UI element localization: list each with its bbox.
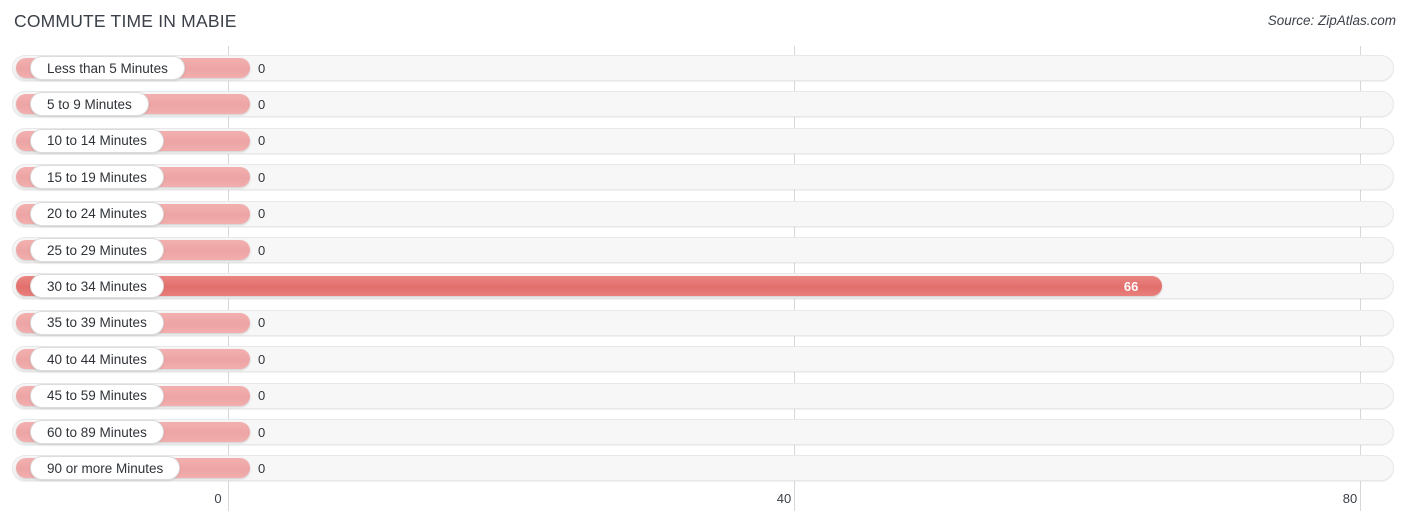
bar-category-label: Less than 5 Minutes xyxy=(30,56,185,80)
bar-row[interactable]: Less than 5 Minutes 0 xyxy=(12,55,1394,81)
bar-value-label: 0 xyxy=(258,206,266,222)
bar-row[interactable]: 40 to 44 Minutes 0 xyxy=(12,346,1394,373)
x-axis: 0 40 80 xyxy=(0,489,1406,523)
bar-category-label: 45 to 59 Minutes xyxy=(30,383,164,408)
bar-category-label: 5 to 9 Minutes xyxy=(30,92,149,117)
bar-value-label: 0 xyxy=(258,60,266,76)
bar-value-label: 66 xyxy=(1123,278,1139,294)
bar-row[interactable]: 15 to 19 Minutes 0 xyxy=(12,164,1394,191)
bar-value-label: 0 xyxy=(258,133,266,149)
chart-plot-area: Less than 5 Minutes 0 5 to 9 Minutes 0 10 to… xyxy=(0,46,1406,489)
bar-value-label: 0 xyxy=(258,242,266,258)
bar-category-label: 15 to 19 Minutes xyxy=(30,165,164,190)
bar-category-label: 40 to 44 Minutes xyxy=(30,347,164,372)
bar-value-label: 0 xyxy=(258,315,266,331)
source-attribution: Source: ZipAtlas.com xyxy=(1267,13,1396,28)
axis-tick-label: 80 xyxy=(1342,491,1358,506)
bar-value-label: 0 xyxy=(258,388,266,404)
bar-row[interactable]: 60 to 89 Minutes 0 xyxy=(12,419,1394,445)
chart-header: COMMUTE TIME IN MABIE Source: ZipAtlas.c… xyxy=(0,0,1406,46)
bar-category-label: 90 or more Minutes xyxy=(30,456,181,481)
bar-value-label: 0 xyxy=(258,169,266,185)
bar-row[interactable]: 20 to 24 Minutes 0 xyxy=(12,200,1394,227)
bar-row[interactable]: 10 to 14 Minutes 0 xyxy=(12,127,1394,154)
bar-row[interactable]: 30 to 34 Minutes 66 xyxy=(12,273,1394,300)
axis-tickmark xyxy=(227,489,229,511)
bar-category-label: 10 to 14 Minutes xyxy=(30,128,164,153)
bar xyxy=(16,276,1162,297)
bar-category-label: 20 to 24 Minutes xyxy=(30,201,164,226)
bar-value-label: 0 xyxy=(258,351,266,367)
bar-category-label: 35 to 39 Minutes xyxy=(30,310,164,335)
bar-row[interactable]: 25 to 29 Minutes 0 xyxy=(12,237,1394,263)
page-title: COMMUTE TIME IN MABIE xyxy=(14,11,237,31)
bar-row[interactable]: 45 to 59 Minutes 0 xyxy=(12,382,1394,409)
bar-value-label: 0 xyxy=(258,460,266,476)
bar-category-label: 30 to 34 Minutes xyxy=(30,274,164,299)
bar-row[interactable]: 35 to 39 Minutes 0 xyxy=(12,309,1394,336)
bar-category-label: 60 to 89 Minutes xyxy=(30,420,164,444)
axis-tick-label: 40 xyxy=(776,491,792,506)
bar-row[interactable]: 5 to 9 Minutes 0 xyxy=(12,91,1394,118)
bar-value-label: 0 xyxy=(258,424,266,440)
bar-row[interactable]: 90 or more Minutes 0 xyxy=(12,455,1394,482)
axis-tick-label: 0 xyxy=(214,491,222,506)
bar-value-label: 0 xyxy=(258,96,266,112)
bar-category-label: 25 to 29 Minutes xyxy=(30,238,164,262)
axis-tickmark xyxy=(793,489,795,511)
axis-tickmark xyxy=(1359,489,1361,511)
